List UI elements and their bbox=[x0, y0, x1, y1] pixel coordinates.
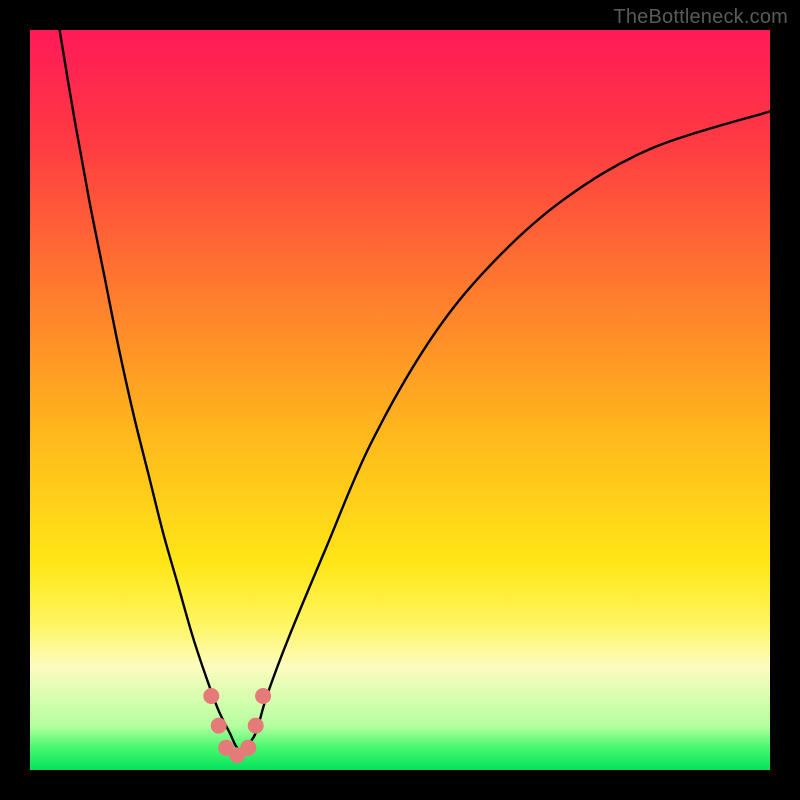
bottleneck-curve bbox=[60, 30, 770, 750]
highlight-dot bbox=[203, 688, 219, 704]
highlight-dots bbox=[203, 688, 271, 763]
chart-frame: TheBottleneck.com bbox=[0, 0, 800, 800]
highlight-dot bbox=[248, 718, 264, 734]
watermark-label: TheBottleneck.com bbox=[613, 6, 788, 29]
highlight-dot bbox=[255, 688, 271, 704]
highlight-dot bbox=[240, 740, 256, 756]
curve-layer bbox=[30, 30, 770, 770]
plot-area bbox=[30, 30, 770, 770]
highlight-dot bbox=[211, 718, 227, 734]
